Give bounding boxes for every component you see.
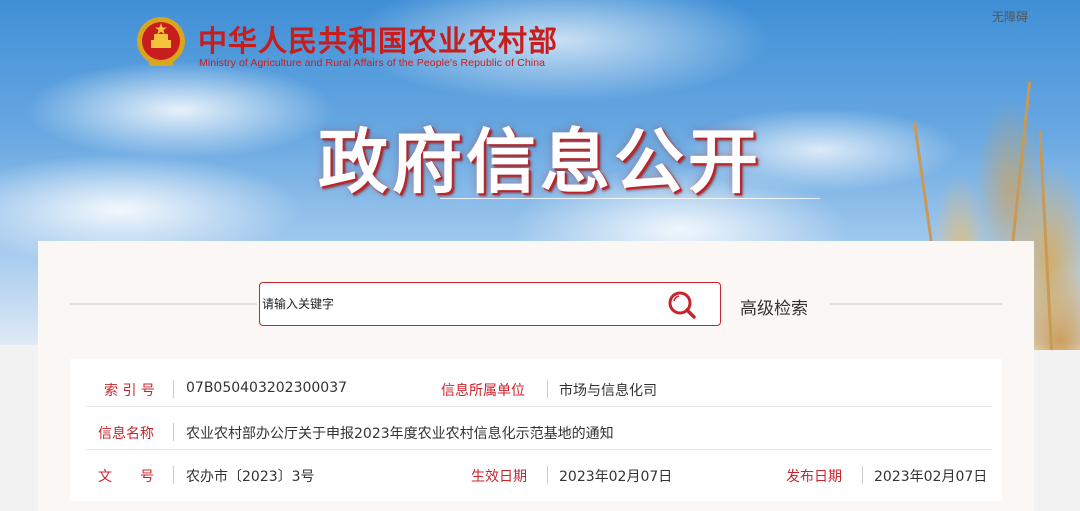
search-divider-right [830, 303, 1002, 305]
unit-value: 市场与信息化司 [559, 383, 657, 399]
accessibility-link[interactable]: 无障碍 [992, 8, 1028, 25]
effective-date-label: 生效日期 [471, 469, 527, 485]
publish-date-label: 发布日期 [786, 469, 842, 485]
name-value: 农业农村部办公厅关于申报2023年度农业农村信息化示范基地的通知 [186, 426, 614, 442]
advanced-search-link[interactable]: 高级检索 [740, 294, 808, 319]
name-label: 信息名称 [98, 426, 154, 442]
effective-date-value: 2023年02月07日 [559, 469, 673, 485]
table-row: 信息名称 农业农村部办公厅关于申报2023年度农业农村信息化示范基地的通知 [70, 414, 1002, 450]
site-subtitle[interactable]: Ministry of Agriculture and Rural Affair… [199, 57, 545, 69]
national-emblem-icon[interactable] [135, 14, 187, 70]
page-heading: 政府信息公开 [318, 121, 762, 203]
row-divider [86, 406, 992, 407]
unit-label: 信息所属单位 [441, 383, 525, 399]
search-box [259, 282, 721, 326]
column-separator [173, 466, 174, 484]
heading-underline [440, 198, 820, 199]
table-row: 文 号 农办市〔2023〕3号 生效日期 2023年02月07日 发布日期 20… [70, 457, 1002, 493]
column-separator [173, 380, 174, 398]
site-title[interactable]: 中华人民共和国农业农村部 [198, 18, 558, 60]
doc-number-label: 文 号 [98, 469, 154, 485]
info-table: 索 引 号 07B050403202300037 信息所属单位 市场与信息化司 … [70, 359, 1002, 501]
search-divider-left [70, 303, 257, 305]
search-icon[interactable] [666, 290, 698, 320]
doc-number-value: 农办市〔2023〕3号 [186, 469, 315, 485]
column-separator [862, 466, 863, 484]
column-separator [547, 380, 548, 398]
column-separator [547, 466, 548, 484]
column-separator [173, 423, 174, 441]
index-label: 索 引 号 [104, 383, 155, 399]
row-divider [86, 449, 992, 450]
table-row: 索 引 号 07B050403202300037 信息所属单位 市场与信息化司 [70, 371, 1002, 407]
search-input[interactable] [262, 291, 642, 317]
publish-date-value: 2023年02月07日 [874, 469, 988, 485]
index-value: 07B050403202300037 [186, 380, 348, 396]
